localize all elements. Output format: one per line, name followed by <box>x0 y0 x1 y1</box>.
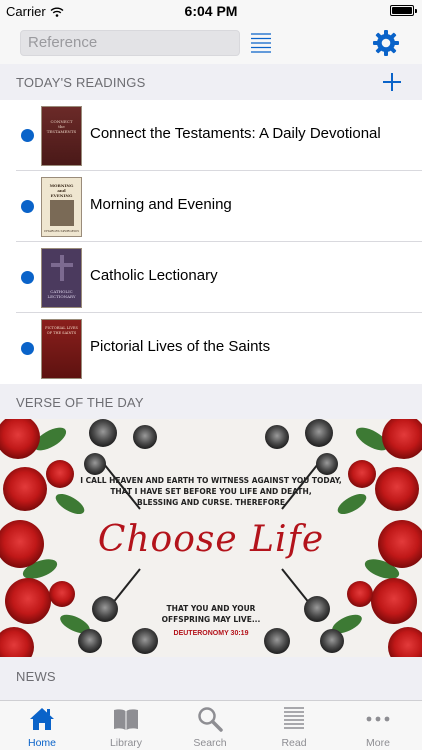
status-bar: Carrier 6:04 PM <box>0 0 422 22</box>
reading-plan-list-icon[interactable] <box>250 32 272 54</box>
unread-dot-icon <box>21 129 34 142</box>
settings-gear-icon[interactable] <box>372 29 400 57</box>
verse-line: BLESSING AND CURSE. THEREFORE <box>136 498 285 507</box>
verse-line: OFFSPRING MAY LIVE... <box>161 615 261 624</box>
unread-dot-icon <box>21 271 34 284</box>
unread-dot-icon <box>21 342 34 355</box>
navigation-bar: Reference <box>0 22 422 64</box>
book-cover-catholic-lectionary: CATHOLIC LECTIONARY <box>41 248 82 308</box>
cover-text: TESTAMENTS <box>46 129 77 134</box>
tab-read[interactable]: Read <box>252 701 336 750</box>
reference-search-field[interactable]: Reference <box>20 30 240 56</box>
reading-title: Pictorial Lives of the Saints <box>90 338 271 355</box>
tab-label: Home <box>27 737 56 749</box>
reading-title: Connect the Testaments: A Daily Devotion… <box>90 125 381 142</box>
book-cover-pictorial-lives: PICTORIAL LIVES OF THE SAINTS <box>41 319 82 379</box>
verse-line: THAT I HAVE SET BEFORE YOU LIFE AND DEAT… <box>110 487 312 496</box>
verse-of-the-day-header: VERSE OF THE DAY <box>0 384 422 420</box>
more-icon <box>366 716 390 722</box>
book-cover-morning-evening: MORNING and EVENING CHARLES SPURGEON <box>41 177 82 237</box>
tab-more[interactable]: More <box>336 701 420 750</box>
tab-label: Search <box>193 737 227 749</box>
add-reading-plus-icon[interactable] <box>382 72 402 92</box>
cover-text: EVENING <box>50 193 73 198</box>
verse-line: THAT YOU AND YOUR <box>166 604 256 613</box>
tab-bar: Home Library Search Read More <box>0 700 422 750</box>
reading-item-pictorial-lives[interactable]: PICTORIAL LIVES OF THE SAINTS Pictorial … <box>0 313 422 384</box>
verse-of-the-day-title: VERSE OF THE DAY <box>16 395 144 410</box>
verse-text-bottom: THAT YOU AND YOUR OFFSPRING MAY LIVE... <box>0 603 422 625</box>
verse-text-top: I CALL HEAVEN AND EARTH TO WITNESS AGAIN… <box>0 475 422 508</box>
news-header: NEWS <box>0 657 422 700</box>
news-title: NEWS <box>16 669 56 684</box>
book-cover-connect-testaments: CONNECT the TESTAMENTS <box>41 106 82 166</box>
verse-reference: DEUTERONOMY 30:19 <box>173 630 249 637</box>
tab-home[interactable]: Home <box>0 701 84 750</box>
tab-library[interactable]: Library <box>84 701 168 750</box>
read-icon <box>284 707 304 729</box>
reading-item-connect-testaments[interactable]: CONNECT the TESTAMENTS Connect the Testa… <box>0 100 422 171</box>
cover-text: LECTIONARY <box>47 294 76 299</box>
todays-readings-header: TODAY'S READINGS <box>0 64 422 100</box>
verse-line: I CALL HEAVEN AND EARTH TO WITNESS AGAIN… <box>80 476 342 485</box>
todays-readings-title: TODAY'S READINGS <box>16 75 146 90</box>
tab-search[interactable]: Search <box>168 701 252 750</box>
reading-title: Catholic Lectionary <box>90 267 218 284</box>
status-time: 6:04 PM <box>184 3 238 19</box>
reading-item-morning-evening[interactable]: MORNING and EVENING CHARLES SPURGEON Mor… <box>0 171 422 242</box>
cover-author: CHARLES SPURGEON <box>43 229 79 233</box>
book-icon <box>114 709 138 730</box>
home-icon <box>30 708 54 730</box>
unread-dot-icon <box>21 200 34 213</box>
tab-label: Library <box>109 737 143 749</box>
tab-label: More <box>366 737 390 749</box>
battery-icon <box>390 5 417 16</box>
search-icon <box>198 707 223 732</box>
verse-headline: Choose Life <box>97 519 325 560</box>
verse-of-the-day-image[interactable]: I CALL HEAVEN AND EARTH TO WITNESS AGAIN… <box>0 419 422 657</box>
cover-text: OF THE SAINTS <box>46 331 77 335</box>
reading-item-catholic-lectionary[interactable]: CATHOLIC LECTIONARY Catholic Lectionary <box>0 242 422 313</box>
reading-title: Morning and Evening <box>90 196 232 213</box>
tab-label: Read <box>281 737 307 749</box>
